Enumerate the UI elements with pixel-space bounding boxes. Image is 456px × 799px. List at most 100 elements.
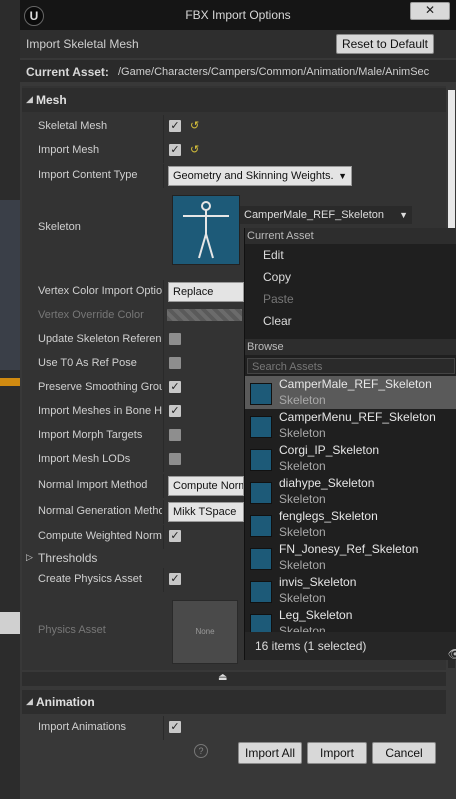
- item-count-label: 16 items (1 selected): [255, 639, 367, 653]
- reset-arrow-icon[interactable]: ↺: [190, 143, 199, 156]
- menu-item-paste[interactable]: Paste: [263, 292, 294, 306]
- help-icon[interactable]: ?: [194, 744, 208, 758]
- prop-label: Import Morph Targets: [38, 429, 143, 441]
- menu-item-copy[interactable]: Copy: [263, 270, 291, 284]
- asset-type: Skeleton: [279, 624, 326, 632]
- dropdown-value: Compute Normals: [173, 480, 243, 492]
- list-item[interactable]: fenglegs_Skeleton Skeleton: [245, 508, 456, 541]
- close-button[interactable]: ✕: [410, 2, 450, 20]
- asset-name: CamperMenu_REF_Skeleton: [279, 410, 436, 424]
- import-button[interactable]: Import: [307, 742, 367, 764]
- current-asset-path: /Game/Characters/Campers/Common/Animatio…: [118, 66, 430, 78]
- skeletal-mesh-checkbox[interactable]: ✓: [169, 120, 181, 132]
- import-mesh-checkbox[interactable]: ✓: [169, 144, 181, 156]
- column-divider: [163, 164, 164, 188]
- prop-label: Vertex Override Color: [38, 309, 144, 321]
- column-divider: [163, 280, 164, 304]
- prop-label: Use T0 As Ref Pose: [38, 357, 137, 369]
- skeleton-asset-icon: [250, 449, 272, 471]
- list-item[interactable]: diahype_Skeleton Skeleton: [245, 475, 456, 508]
- list-item[interactable]: Leg_Skeleton Skeleton: [245, 607, 456, 632]
- column-divider: [163, 474, 164, 498]
- prop-skeletal-mesh: Skeletal Mesh ✓ ↺: [22, 115, 446, 139]
- prop-label: Skeleton: [38, 221, 81, 233]
- reset-to-default-button[interactable]: Reset to Default: [336, 34, 434, 54]
- reset-arrow-icon[interactable]: ↺: [190, 119, 199, 132]
- skeleton-picker-popup: Current Asset Edit Copy Paste Clear Brow…: [244, 228, 456, 661]
- normal-import-dropdown[interactable]: Compute Normals: [168, 476, 244, 496]
- collapse-bar[interactable]: ⏏: [22, 672, 446, 686]
- column-divider: [163, 716, 164, 740]
- skeleton-name: CamperMale_REF_Skeleton: [244, 209, 385, 221]
- column-divider: [163, 568, 164, 592]
- import-all-button[interactable]: Import All: [238, 742, 302, 764]
- menu-item-edit[interactable]: Edit: [263, 248, 284, 262]
- list-item[interactable]: Corgi_IP_Skeleton Skeleton: [245, 442, 456, 475]
- create-physics-asset-checkbox[interactable]: ✓: [169, 573, 181, 585]
- vertex-color-dropdown[interactable]: Replace: [168, 282, 244, 302]
- asset-name: Leg_Skeleton: [279, 608, 353, 622]
- collapse-arrow-icon: ◢: [26, 696, 33, 706]
- prop-label: Skeletal Mesh: [38, 120, 108, 132]
- collapse-arrow-icon: ◢: [26, 94, 33, 104]
- import-mesh-lods-checkbox[interactable]: [169, 453, 181, 465]
- window-title: FBX Import Options: [185, 8, 291, 22]
- color-swatch[interactable]: [167, 309, 242, 321]
- column-divider: [163, 424, 164, 448]
- menu-item-clear[interactable]: Clear: [263, 314, 292, 328]
- import-type-label: Import Skeletal Mesh: [26, 37, 139, 51]
- section-animation[interactable]: ◢ Animation: [22, 690, 446, 714]
- import-header: Import Skeletal Mesh Reset to Default: [20, 30, 456, 58]
- prop-label: Import Content Type: [38, 169, 138, 181]
- physics-asset-thumbnail[interactable]: None: [172, 600, 238, 664]
- column-divider: [163, 400, 164, 424]
- column-divider: [163, 304, 164, 328]
- use-t0-checkbox[interactable]: [169, 357, 181, 369]
- search-assets-input[interactable]: Search Assets: [247, 358, 455, 374]
- expand-arrow-icon: ▷: [26, 552, 33, 562]
- skeleton-asset-icon: [250, 383, 272, 405]
- prop-label: Import Mesh: [38, 144, 100, 156]
- asset-type: Skeleton: [279, 591, 326, 605]
- prop-label: Normal Generation Method: [38, 505, 162, 517]
- current-asset-header: Current Asset: [245, 228, 456, 244]
- skeleton-asset-icon: [250, 581, 272, 603]
- list-item[interactable]: FN_Jonesy_Ref_Skeleton Skeleton: [245, 541, 456, 574]
- preserve-smoothing-checkbox[interactable]: ✓: [169, 381, 181, 393]
- title-bar[interactable]: U FBX Import Options ✕: [20, 0, 456, 30]
- background-viewport: [0, 200, 22, 370]
- column-divider: [163, 500, 164, 524]
- eye-icon[interactable]: 👁: [448, 640, 456, 668]
- list-item[interactable]: invis_Skeleton Skeleton: [245, 574, 456, 607]
- import-animations-checkbox[interactable]: ✓: [169, 721, 181, 733]
- column-divider: [163, 328, 164, 352]
- prop-label: Compute Weighted Normals: [38, 530, 162, 542]
- normal-generation-dropdown[interactable]: Mikk TSpace: [168, 502, 244, 522]
- list-item[interactable]: CamperMenu_REF_Skeleton Skeleton: [245, 409, 456, 442]
- list-item[interactable]: CamperMale_REF_Skeleton Skeleton: [245, 376, 456, 409]
- dialog-footer: ⏏ ◢ Animation Import Animations ✓ ? Impo…: [20, 672, 456, 799]
- cancel-button[interactable]: Cancel: [372, 742, 436, 764]
- prop-label: Create Physics Asset: [38, 573, 142, 585]
- skeleton-thumbnail[interactable]: [172, 195, 240, 265]
- import-morph-checkbox[interactable]: [169, 429, 181, 441]
- update-skeleton-ref-checkbox[interactable]: [169, 333, 181, 345]
- asset-name: diahype_Skeleton: [279, 476, 375, 490]
- import-content-type-dropdown[interactable]: Geometry and Skinning Weights. ▼: [168, 166, 352, 186]
- asset-name: Corgi_IP_Skeleton: [279, 443, 380, 457]
- skeleton-asset-icon: [250, 548, 272, 570]
- skeleton-picker-combo[interactable]: CamperMale_REF_Skeleton ▼: [240, 206, 412, 224]
- dropdown-arrow-icon: ▼: [338, 171, 347, 181]
- compute-weighted-normals-checkbox[interactable]: ✓: [169, 530, 181, 542]
- section-mesh[interactable]: ◢ Mesh: [22, 88, 446, 112]
- current-asset-row: Current Asset: /Game/Characters/Campers/…: [20, 60, 456, 82]
- prop-import-mesh: Import Mesh ✓ ↺: [22, 139, 446, 163]
- background-editor: [0, 0, 22, 799]
- background-field: [0, 612, 22, 634]
- browse-header: Browse: [245, 339, 456, 355]
- import-meshes-bone-checkbox[interactable]: ✓: [169, 405, 181, 417]
- asset-count-footer: 16 items (1 selected) 👁: [245, 632, 456, 661]
- asset-type: Skeleton: [279, 459, 326, 473]
- asset-name: FN_Jonesy_Ref_Skeleton: [279, 542, 419, 556]
- asset-list: CamperMale_REF_Skeleton Skeleton CamperMe…: [245, 376, 456, 632]
